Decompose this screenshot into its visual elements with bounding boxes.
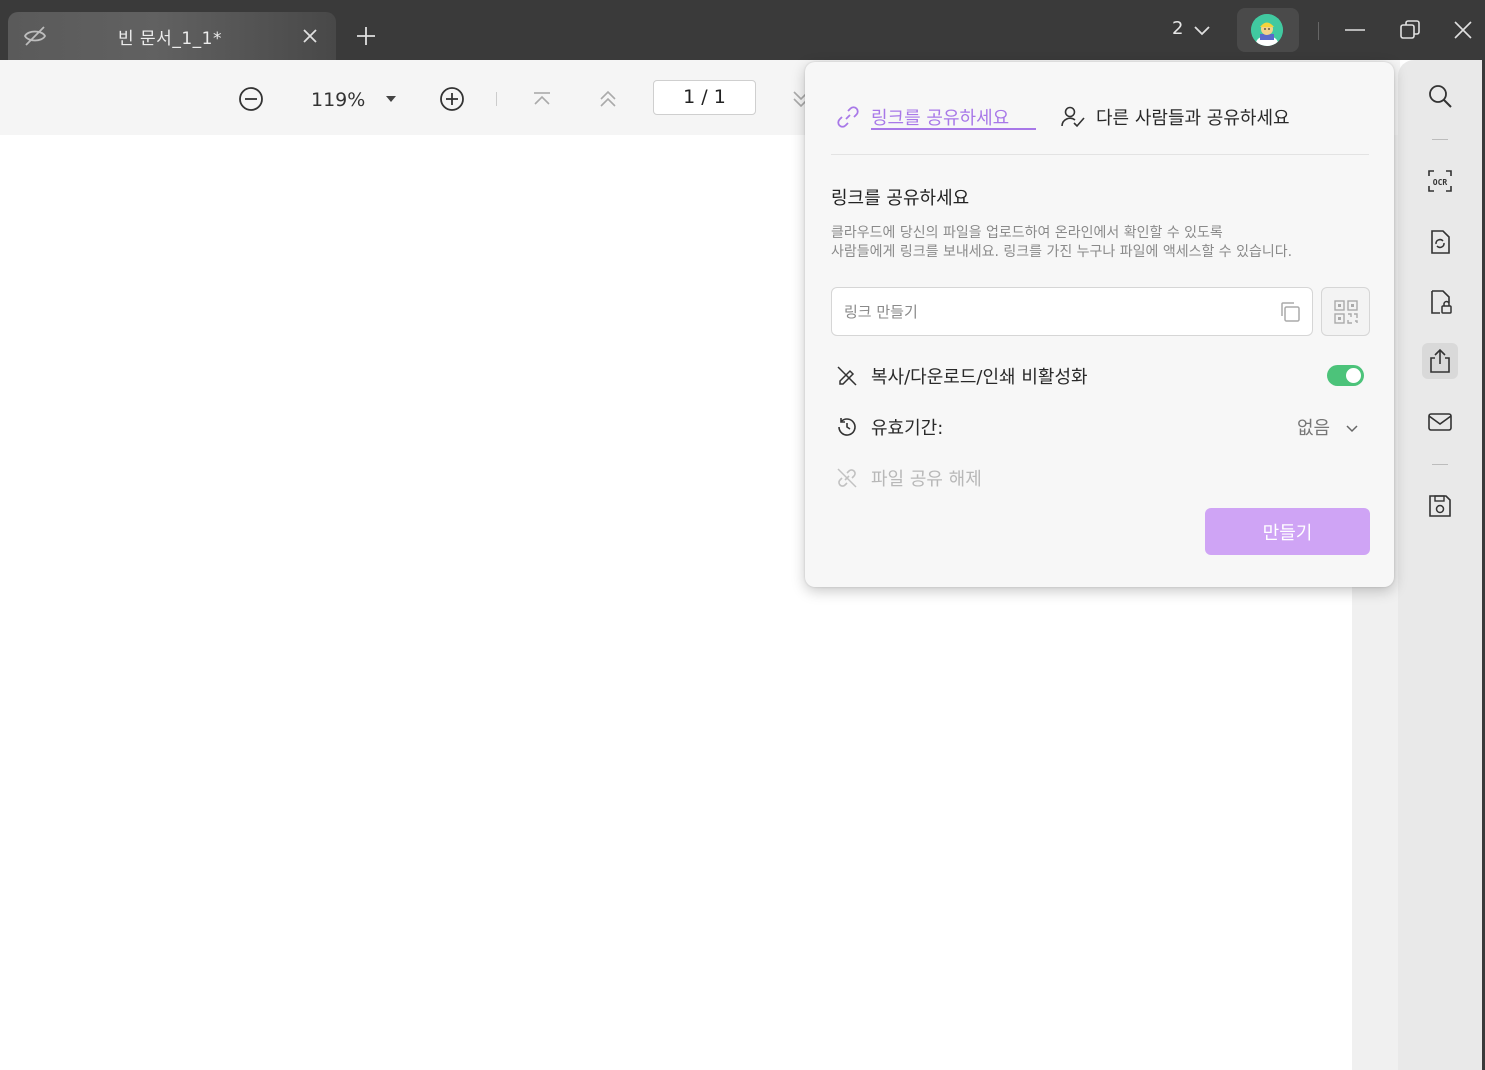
- document-tab[interactable]: 빈 문서_1_1*: [8, 12, 336, 60]
- tab-title: 빈 문서_1_1*: [118, 29, 222, 49]
- copy-icon[interactable]: [1278, 300, 1302, 324]
- tab-share-link-label: 링크를 공유하세요: [871, 108, 1010, 129]
- section-description: 클라우드에 당신의 파일을 업로드하여 온라인에서 확인할 수 있도록 사람들에…: [831, 224, 1391, 262]
- disable-copy-toggle[interactable]: [1327, 365, 1364, 386]
- section-heading: 링크를 공유하세요: [831, 188, 970, 209]
- history-icon: [838, 418, 856, 436]
- window-count[interactable]: 2: [1172, 18, 1183, 39]
- tab-share-with-others[interactable]: 다른 사람들과 공유하세요: [1060, 102, 1290, 132]
- close-window-icon[interactable]: [1451, 18, 1475, 42]
- titlebar-separator: [1318, 22, 1319, 40]
- edit-disabled-icon: [837, 366, 857, 386]
- expiry-select[interactable]: 없음: [1297, 414, 1330, 440]
- new-tab-plus-icon[interactable]: [352, 22, 380, 50]
- expiry-label: 유효기간:: [871, 418, 944, 439]
- link-field[interactable]: [831, 287, 1313, 336]
- sidebar-separator: [1432, 464, 1448, 465]
- chevron-down-icon[interactable]: [1344, 420, 1360, 436]
- toggle-knob: [1346, 368, 1361, 383]
- svg-text:OCR: OCR: [1433, 178, 1448, 187]
- link-icon: [837, 106, 859, 128]
- chevron-down-icon[interactable]: [1192, 20, 1212, 40]
- email-icon[interactable]: [1422, 404, 1458, 440]
- convert-icon[interactable]: [1422, 224, 1458, 260]
- close-tab-icon[interactable]: [298, 24, 322, 48]
- description-line-2: 사람들에게 링크를 보내세요. 링크를 가진 누구나 파일에 액세스할 수 있습…: [831, 244, 1293, 260]
- user-share-icon: [1061, 106, 1085, 128]
- share-popup: 링크를 공유하세요 다른 사람들과 공유하세요 링크를 공유하세요 클라우드에 …: [805, 62, 1394, 587]
- protect-icon[interactable]: [1422, 284, 1458, 320]
- search-icon[interactable]: [1422, 78, 1458, 114]
- page-indicator-input[interactable]: 1 / 1: [653, 80, 756, 115]
- hide-icon[interactable]: [22, 24, 48, 48]
- title-bar: 빈 문서_1_1* 2: [0, 0, 1485, 60]
- minimize-icon[interactable]: [1343, 18, 1367, 42]
- first-page-icon[interactable]: [529, 86, 555, 112]
- zoom-out-icon[interactable]: [238, 86, 264, 112]
- right-sidebar: [1398, 60, 1482, 1070]
- share-icon[interactable]: [1422, 343, 1458, 379]
- avatar[interactable]: [1251, 14, 1283, 46]
- link-input[interactable]: [844, 300, 1264, 324]
- popup-divider: [831, 154, 1369, 155]
- qr-code-icon: [1333, 299, 1358, 324]
- zoom-dropdown-icon[interactable]: [384, 93, 398, 105]
- sidebar-separator: [1432, 139, 1448, 140]
- disable-copy-row: 복사/다운로드/인쇄 비활성화: [835, 361, 1088, 391]
- ocr-icon[interactable]: OCR: [1422, 163, 1458, 199]
- save-icon[interactable]: [1422, 488, 1458, 524]
- create-link-button[interactable]: 만들기: [1205, 508, 1370, 555]
- disable-copy-label: 복사/다운로드/인쇄 비활성화: [871, 367, 1088, 388]
- unlink-icon: [837, 468, 857, 488]
- unshare-label: 파일 공유 해제: [871, 469, 982, 490]
- zoom-value[interactable]: 119%: [311, 89, 365, 111]
- description-line-1: 클라우드에 당신의 파일을 업로드하여 온라인에서 확인할 수 있도록: [831, 225, 1223, 241]
- active-tab-indicator: [871, 128, 1036, 130]
- tab-share-with-others-label: 다른 사람들과 공유하세요: [1096, 108, 1290, 129]
- previous-page-icon[interactable]: [595, 86, 621, 112]
- expiry-row: 유효기간:: [835, 412, 943, 442]
- qr-code-button[interactable]: [1321, 287, 1370, 336]
- user-account-button[interactable]: [1237, 8, 1299, 52]
- toolbar-separator: [496, 92, 497, 106]
- unshare-row[interactable]: 파일 공유 해제: [835, 463, 982, 493]
- restore-icon[interactable]: [1398, 18, 1422, 42]
- zoom-in-icon[interactable]: [439, 86, 465, 112]
